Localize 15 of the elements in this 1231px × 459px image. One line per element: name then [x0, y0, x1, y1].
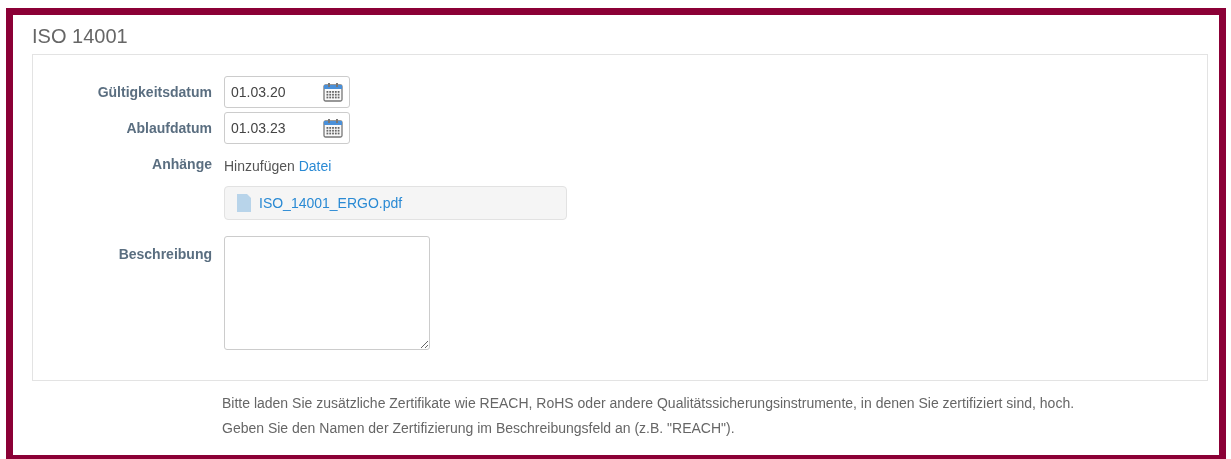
field-label: Beschreibung [117, 245, 213, 262]
file-link[interactable]: Datei [298, 158, 332, 174]
field-label: Gültigkeitsdatum [96, 84, 213, 100]
document-icon [237, 194, 251, 212]
add-text: Hinzufügen [224, 158, 295, 174]
date-field[interactable]: 01.03.20 [224, 76, 350, 108]
date-field[interactable]: 01.03.23 [224, 112, 350, 144]
calendar-icon[interactable] [323, 82, 343, 102]
description-field[interactable] [224, 236, 430, 350]
field-label: Anhänge [151, 156, 213, 172]
field-label: Ablaufdatum [125, 120, 213, 136]
hint-text: Bitte laden Sie zusätzliche Zertifikate wie REACH, RoHS oder andere Qualitätssicherungsinstrumente, in denen Sie zertifiziert sind, hoch. [222, 395, 1076, 412]
calendar-icon[interactable] [323, 118, 343, 138]
section-title: ISO 14001 [32, 24, 129, 49]
hint-text: Geben Sie den Namen der Zertifizierung im Beschreibungsfeld an (z.B. "REACH"). [222, 420, 736, 437]
